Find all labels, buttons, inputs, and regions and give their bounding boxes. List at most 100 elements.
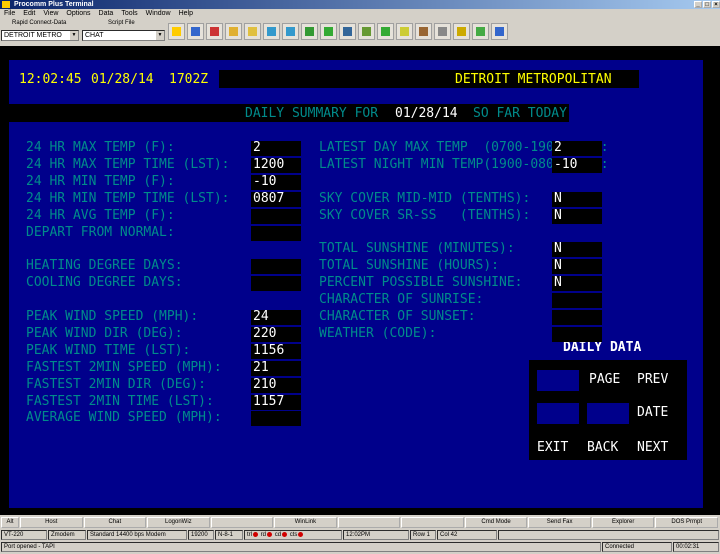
- close-icon[interactable]: ×: [712, 1, 720, 8]
- left-field-label: FASTEST 2MIN SPEED (MPH):: [26, 359, 222, 375]
- left-field-value: -10: [253, 173, 277, 189]
- minus-button[interactable]: [453, 23, 470, 40]
- chevron-down-icon[interactable]: ▼: [70, 31, 78, 40]
- toolbox-button[interactable]: [415, 23, 432, 40]
- chat-button[interactable]: [377, 23, 394, 40]
- dialing-directory-button[interactable]: [206, 23, 223, 40]
- menu-tools[interactable]: Tools: [117, 9, 141, 19]
- right-field-value-box[interactable]: [552, 310, 602, 325]
- fkey-cmd-mode[interactable]: Cmd Mode: [464, 517, 528, 528]
- menu-file[interactable]: File: [0, 9, 19, 19]
- connection-state: Connected: [602, 542, 672, 552]
- fkey-winlink[interactable]: WinLink: [274, 517, 337, 528]
- fkey-explorer[interactable]: Explorer: [591, 517, 655, 528]
- left-field-value: 0807: [253, 190, 285, 206]
- left-field-label: DEPART FROM NORMAL:: [26, 224, 175, 240]
- fkey-blank[interactable]: [401, 517, 464, 528]
- row-status: Row 1: [410, 530, 436, 540]
- left-field-value-box[interactable]: [251, 276, 301, 292]
- rapid-connect-select[interactable]: DETROIT METRO ▼: [1, 30, 79, 41]
- keyboard-button[interactable]: [434, 23, 451, 40]
- fkey-chat[interactable]: Chat: [83, 517, 147, 528]
- right-field-value: N: [554, 275, 562, 291]
- menu-edit[interactable]: Edit: [19, 9, 39, 19]
- menu-window[interactable]: Window: [142, 9, 175, 19]
- terminal-icon: [305, 27, 314, 36]
- script-file-label: Script File: [108, 20, 135, 26]
- left-field-value-box[interactable]: [251, 208, 301, 224]
- left-field-value: 1157: [253, 393, 285, 409]
- monitor-icon: [343, 27, 352, 36]
- protocol-status[interactable]: Zmodem: [48, 530, 86, 540]
- exit-button[interactable]: EXIT: [537, 440, 568, 456]
- fkey-host[interactable]: Host: [20, 517, 83, 528]
- globe-button[interactable]: [491, 23, 508, 40]
- lamp-button[interactable]: [396, 23, 413, 40]
- left-field-value-box[interactable]: [251, 259, 301, 275]
- nav-blank-1: [537, 370, 579, 391]
- maximize-icon[interactable]: □: [703, 1, 711, 8]
- left-field-label: FASTEST 2MIN TIME (LST):: [26, 393, 214, 409]
- left-field-label: PEAK WIND DIR (DEG):: [26, 325, 183, 341]
- led-label: rd: [260, 532, 267, 538]
- led-icon: [253, 531, 258, 537]
- col-status: Col 42: [437, 530, 497, 540]
- menu-data[interactable]: Data: [95, 9, 118, 19]
- left-field-label: PEAK WIND SPEED (MPH):: [26, 309, 199, 324]
- rapid-connect-label: Rapid Connect-Data: [12, 20, 67, 26]
- fkey-blank[interactable]: [210, 517, 274, 528]
- emulation-status[interactable]: VT-220: [1, 530, 47, 540]
- left-field-label: 24 HR MAX TEMP (F):: [26, 140, 175, 155]
- header-time: 12:02:45: [19, 72, 82, 87]
- pen-button[interactable]: [168, 23, 185, 40]
- monitor-button[interactable]: [339, 23, 356, 40]
- right-field-value-box[interactable]: [552, 293, 602, 309]
- menu-help[interactable]: Help: [175, 9, 197, 19]
- next-button[interactable]: NEXT: [637, 440, 668, 456]
- fkey-logonwiz[interactable]: LogonWiz: [147, 517, 210, 528]
- fkey-blank[interactable]: [337, 517, 401, 528]
- terminal-screen[interactable]: 12:02:45 01/28/14 1702Z DETROIT METROPOL…: [9, 60, 703, 508]
- back-button[interactable]: BACK: [587, 440, 618, 456]
- fkey-send-fax[interactable]: Send Fax: [528, 517, 591, 528]
- led-label: cts: [289, 532, 298, 538]
- left-field-value-box[interactable]: [251, 225, 301, 241]
- folder-icon: [248, 27, 257, 36]
- chevron-down-icon[interactable]: ▼: [156, 31, 164, 40]
- status-bar: VT-220 Zmodem Standard 14400 bps Modem 1…: [0, 529, 720, 541]
- modem-status[interactable]: Standard 14400 bps Modem: [87, 530, 187, 540]
- left-field-value-box[interactable]: [251, 411, 301, 427]
- prev-button[interactable]: PREV: [637, 372, 668, 388]
- left-field-value: 1200: [253, 156, 285, 172]
- right-field-label: TOTAL SUNSHINE (HOURS):: [319, 258, 500, 274]
- lamp-icon: [400, 27, 409, 36]
- page-button[interactable]: PAGE: [589, 372, 620, 388]
- terminal-button[interactable]: [301, 23, 318, 40]
- baud-status: 19200: [188, 530, 214, 540]
- menu-options[interactable]: Options: [62, 9, 94, 19]
- book-button[interactable]: [187, 23, 204, 40]
- menu-view[interactable]: View: [39, 9, 62, 19]
- left-field-label: 24 HR MIN TEMP TIME (LST):: [26, 190, 230, 206]
- download-button[interactable]: [282, 23, 299, 40]
- led-label: cd: [274, 532, 282, 538]
- upload-button[interactable]: [263, 23, 280, 40]
- right-field-label: WEATHER (CODE):: [319, 325, 437, 341]
- fkey-alt[interactable]: Alt: [1, 517, 19, 528]
- fkey-dos-prmpt[interactable]: DOS Prmpt: [655, 517, 718, 528]
- params-status[interactable]: N-8-1: [215, 530, 243, 540]
- grid-button[interactable]: [472, 23, 489, 40]
- open-folder-button[interactable]: [225, 23, 242, 40]
- script-button[interactable]: [358, 23, 375, 40]
- date-button[interactable]: DATE: [637, 405, 668, 421]
- right-field-value-box[interactable]: [552, 326, 602, 342]
- summary-suffix: SO FAR TODAY: [473, 106, 567, 121]
- script-file-select[interactable]: CHAT ▼: [82, 30, 165, 41]
- green-arrow-button[interactable]: [320, 23, 337, 40]
- folder-button[interactable]: [244, 23, 261, 40]
- right-field-value: N: [554, 258, 562, 274]
- minimize-icon[interactable]: _: [694, 1, 702, 8]
- station-name: DETROIT METROPOLITAN: [455, 72, 612, 87]
- right-field-value: 2: [554, 140, 562, 155]
- header-code: 1702Z: [169, 72, 209, 87]
